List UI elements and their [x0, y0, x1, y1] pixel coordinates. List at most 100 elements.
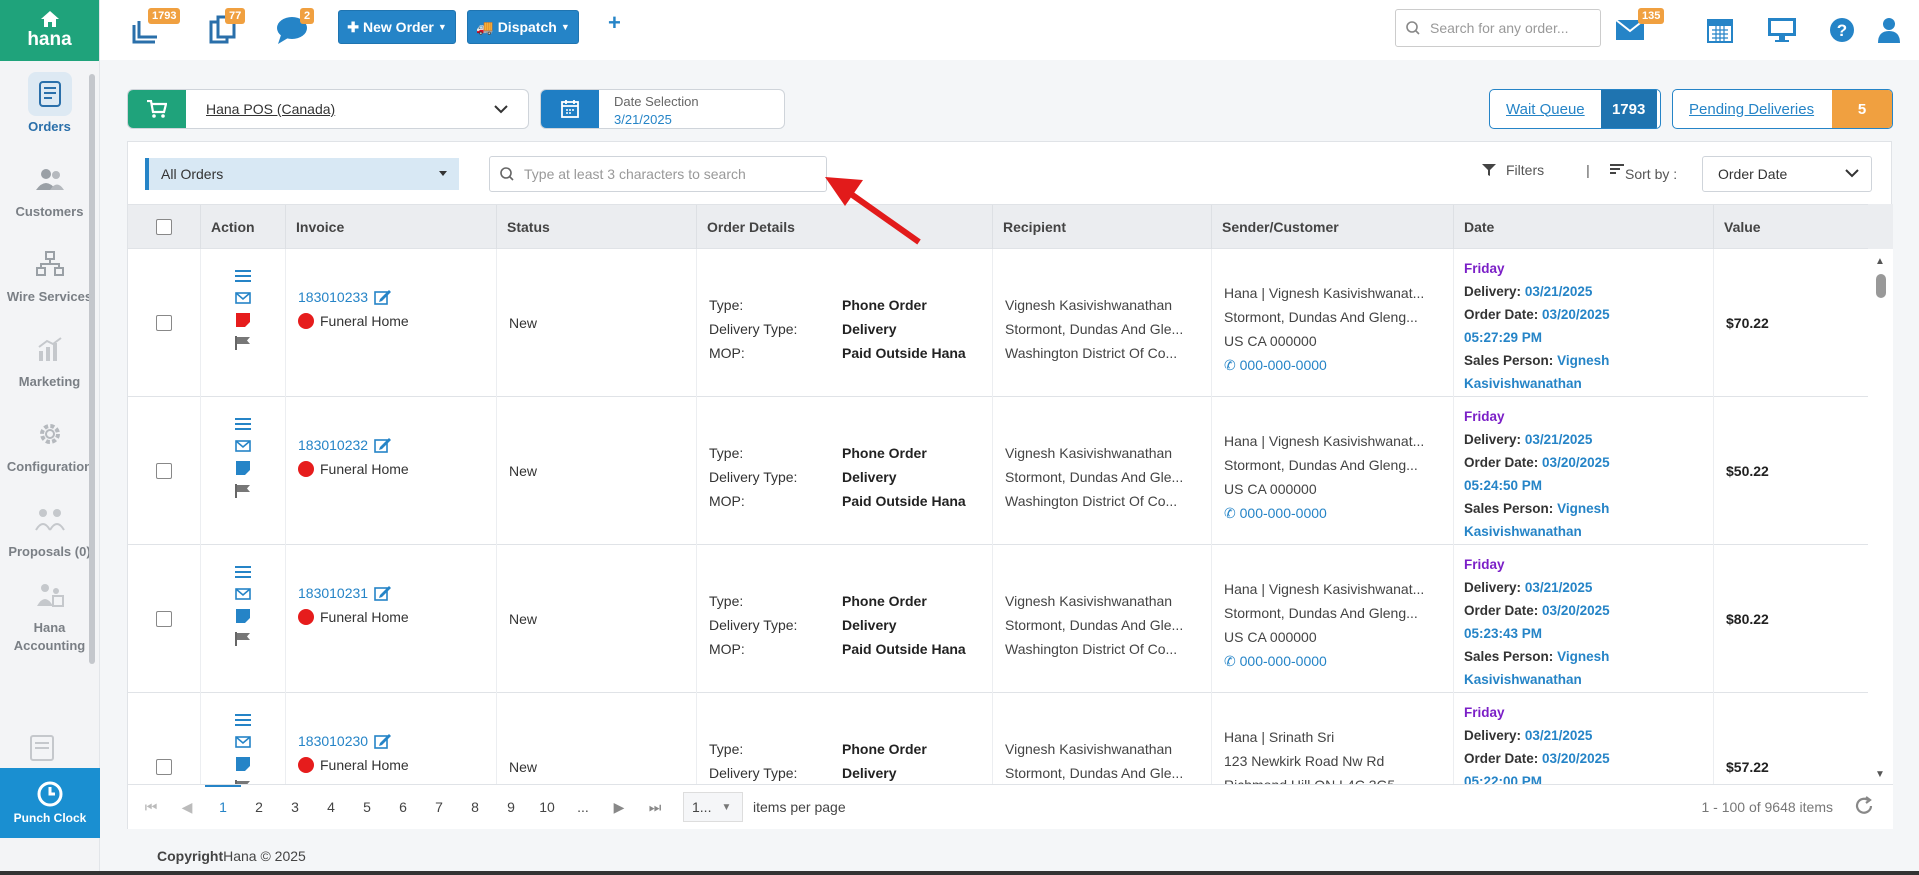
order-search-box[interactable] — [1395, 9, 1601, 47]
brand-logo[interactable]: hana — [0, 0, 99, 61]
table-row[interactable]: 183010230 Funeral Home New Type: Phone Or… — [128, 693, 1868, 784]
wait-queue-count: 1793 — [1600, 90, 1657, 128]
mail-icon[interactable] — [235, 588, 251, 600]
filters-button[interactable]: Filters | — [1482, 162, 1624, 178]
edit-icon[interactable] — [374, 289, 392, 305]
sidebar-item-configuration[interactable]: Configuration — [0, 401, 99, 486]
calendar-button[interactable] — [1700, 10, 1740, 50]
edit-icon[interactable] — [374, 733, 392, 749]
page-number-button[interactable]: 5 — [349, 799, 385, 815]
truck-icon: 🚚 — [476, 18, 494, 35]
note-icon[interactable] — [236, 757, 250, 771]
invoice-link[interactable]: 183010230 — [298, 733, 368, 749]
select-all-checkbox[interactable] — [156, 219, 172, 235]
prev-page-button[interactable]: ◀ — [169, 799, 205, 816]
grid-search-input[interactable] — [524, 166, 814, 182]
row-checkbox[interactable] — [156, 611, 172, 627]
menu-icon[interactable] — [235, 713, 251, 727]
header-date[interactable]: Date — [1453, 205, 1713, 249]
header-invoice[interactable]: Invoice — [285, 205, 496, 249]
flag-icon[interactable] — [235, 484, 251, 498]
items-per-page-select[interactable]: 1... ▼ — [683, 792, 743, 822]
sort-by-select[interactable]: Order Date — [1702, 156, 1872, 192]
sidebar-item-hana-accounting[interactable]: Hana Accounting — [0, 571, 99, 656]
scroll-down-icon[interactable]: ▼ — [1875, 769, 1885, 780]
first-page-button[interactable]: ⏮ — [133, 799, 169, 816]
invoice-link[interactable]: 183010233 — [298, 289, 368, 305]
pending-deliveries-button[interactable]: Pending Deliveries 5 — [1672, 89, 1893, 129]
store-selector[interactable]: Hana POS (Canada) — [127, 89, 529, 129]
grid-search-box[interactable] — [489, 156, 827, 192]
page-number-button[interactable]: 4 — [313, 799, 349, 815]
page-number-button[interactable]: 9 — [493, 799, 529, 815]
page-number-button[interactable]: 7 — [421, 799, 457, 815]
page-number-button[interactable]: 2 — [241, 799, 277, 815]
page-number-button[interactable]: ... — [565, 799, 601, 815]
punch-clock-button[interactable]: Punch Clock — [0, 768, 100, 838]
mail-icon[interactable] — [235, 440, 251, 452]
page-number-button[interactable]: 6 — [385, 799, 421, 815]
edit-icon[interactable] — [374, 585, 392, 601]
report-icon[interactable] — [30, 735, 54, 764]
row-actions — [200, 397, 285, 545]
edit-icon[interactable] — [374, 437, 392, 453]
table-row[interactable]: 183010232 Funeral Home New Type: Phone Or… — [128, 397, 1868, 545]
menu-icon[interactable] — [235, 417, 251, 431]
mail-icon[interactable] — [235, 736, 251, 748]
note-icon[interactable] — [236, 313, 250, 327]
page-number-button[interactable]: 1 — [205, 785, 241, 815]
table-row[interactable]: 183010233 Funeral Home New Type: Phone Or… — [128, 249, 1868, 397]
header-action[interactable]: Action — [200, 205, 285, 249]
chat-button[interactable]: 2 — [272, 8, 315, 50]
sidebar-item-wire-services[interactable]: Wire Services — [0, 231, 99, 316]
invoice-link[interactable]: 183010232 — [298, 437, 368, 453]
menu-icon[interactable] — [235, 565, 251, 579]
header-recipient[interactable]: Recipient — [992, 205, 1211, 249]
dispatch-button[interactable]: 🚚 Dispatch ▼ — [467, 10, 579, 44]
sidebar-item-proposals[interactable]: Proposals (0) — [0, 486, 99, 571]
grid-scrollbar[interactable]: ▲ ▼ — [1868, 204, 1893, 784]
page-number-button[interactable]: 3 — [277, 799, 313, 815]
invoice-link[interactable]: 183010231 — [298, 585, 368, 601]
page-number-button[interactable]: 10 — [529, 799, 565, 815]
mail-icon[interactable] — [235, 292, 251, 304]
scroll-up-icon[interactable]: ▲ — [1875, 256, 1885, 267]
header-status[interactable]: Status — [496, 205, 696, 249]
caret-down-icon — [439, 171, 447, 176]
new-order-button[interactable]: ✚ New Order ▼ — [338, 10, 456, 44]
flag-icon[interactable] — [235, 336, 251, 350]
add-plus-button[interactable]: + — [608, 10, 621, 36]
order-filter-dropdown[interactable]: All Orders — [145, 158, 459, 190]
header-value[interactable]: Value — [1713, 205, 1868, 249]
orders-stack-button[interactable]: 1793 — [126, 8, 181, 50]
sidebar-item-customers[interactable]: Customers — [0, 146, 99, 231]
sidebar-item-orders[interactable]: Orders — [0, 61, 99, 146]
refresh-icon[interactable] — [1853, 795, 1875, 820]
header-sender[interactable]: Sender/Customer — [1211, 205, 1453, 249]
page-number-button[interactable]: 8 — [457, 799, 493, 815]
display-button[interactable] — [1762, 10, 1802, 50]
phone-link[interactable]: ✆ 000-000-0000 — [1224, 649, 1453, 673]
date-selector[interactable]: Date Selection 3/21/2025 — [540, 89, 785, 129]
row-checkbox[interactable] — [156, 759, 172, 775]
menu-icon[interactable] — [235, 269, 251, 283]
user-profile-button[interactable] — [1869, 10, 1909, 50]
table-row[interactable]: 183010231 Funeral Home New Type: Phone Or… — [128, 545, 1868, 693]
note-icon[interactable] — [236, 609, 250, 623]
next-page-button[interactable]: ▶ — [601, 799, 637, 816]
last-page-button[interactable]: ⏭ — [637, 799, 673, 816]
phone-link[interactable]: ✆ 000-000-0000 — [1224, 501, 1453, 525]
wait-queue-button[interactable]: Wait Queue 1793 — [1489, 89, 1661, 129]
order-search-input[interactable] — [1430, 20, 1590, 36]
flag-icon[interactable] — [235, 632, 251, 646]
row-checkbox[interactable] — [156, 463, 172, 479]
copies-button[interactable]: 77 — [203, 8, 246, 50]
phone-link[interactable]: ✆ 000-000-0000 — [1224, 353, 1453, 377]
sidebar-item-marketing[interactable]: Marketing — [0, 316, 99, 401]
row-checkbox[interactable] — [156, 315, 172, 331]
help-button[interactable]: ? — [1822, 10, 1862, 50]
mail-button[interactable]: 135 — [1610, 8, 1665, 50]
note-icon[interactable] — [236, 461, 250, 475]
sidebar-scrollbar[interactable] — [87, 62, 97, 682]
row-recipient: Vignesh Kasivishwanathan Stormont, Dunda… — [992, 397, 1211, 545]
